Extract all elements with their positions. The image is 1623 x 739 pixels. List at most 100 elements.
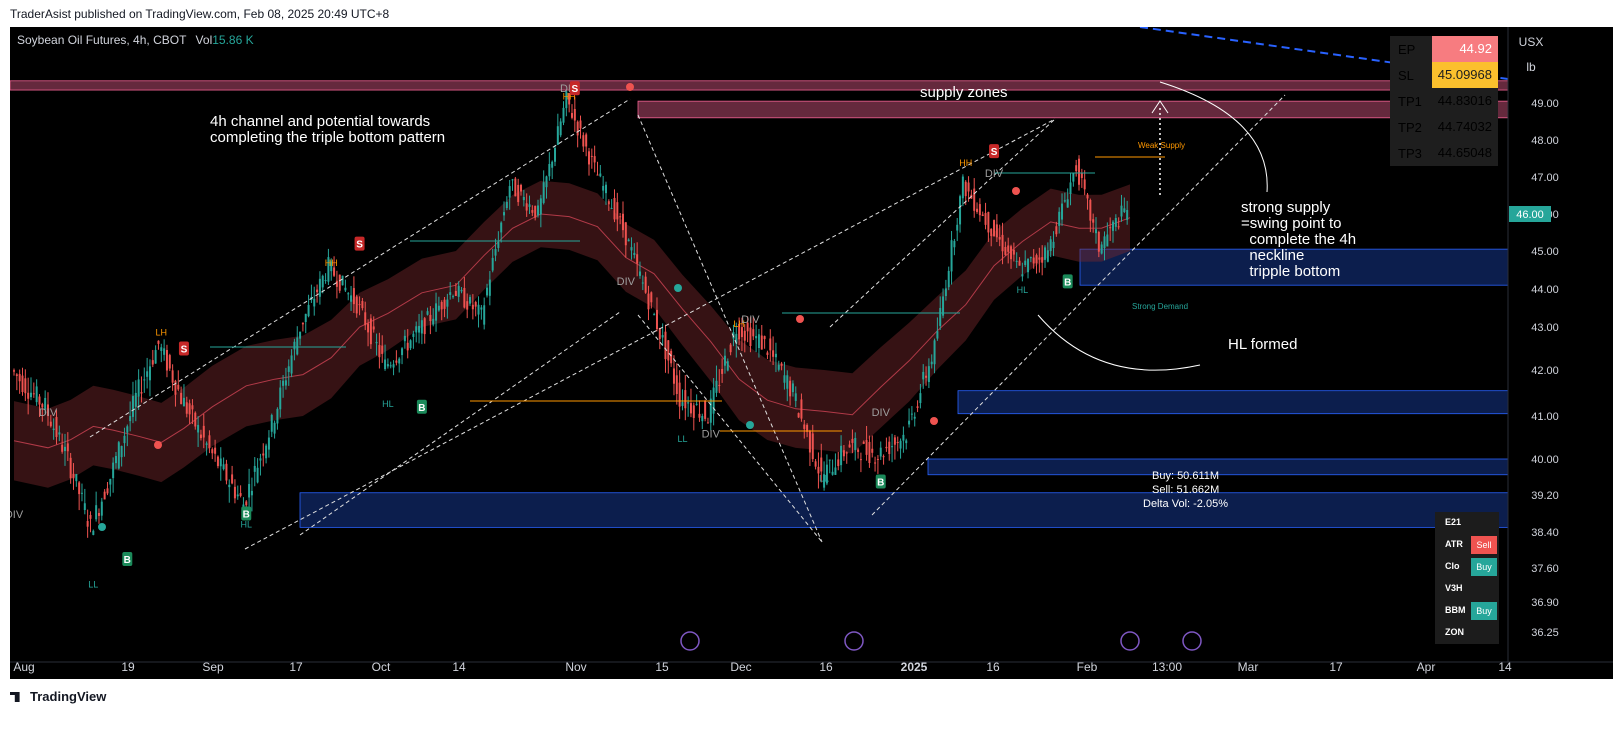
candle-body — [1032, 257, 1035, 264]
candle-body — [848, 444, 851, 448]
candle-body — [72, 473, 75, 479]
candle-body — [636, 254, 639, 264]
candle-body — [250, 490, 253, 496]
candle-body — [435, 303, 438, 321]
candle-body — [148, 366, 151, 381]
candle-body — [1004, 246, 1007, 255]
candle-body — [831, 471, 834, 475]
candle-body — [420, 320, 423, 334]
candle-body — [769, 338, 772, 351]
candle-body — [689, 403, 692, 414]
candle-body — [837, 459, 840, 467]
annotation-strong-supply: strong supply =swing point to complete t… — [1241, 199, 1357, 280]
candle-body — [1001, 234, 1004, 252]
annotation-strong-demand: Strong Demand — [1132, 302, 1189, 311]
time-tick-label: Sep — [202, 660, 224, 674]
candle-body — [743, 330, 746, 341]
candle-body — [562, 107, 565, 123]
candle-body — [103, 491, 106, 500]
candle-body — [432, 318, 435, 325]
price-tick-label: 47.00 — [1531, 172, 1559, 184]
trade-value: 45.09968 — [1432, 62, 1498, 88]
candle-body — [474, 301, 477, 307]
candle-body — [1063, 200, 1066, 202]
candle-body — [1086, 194, 1089, 199]
candle-body — [92, 530, 95, 535]
candle-body — [52, 428, 55, 431]
candle-body — [18, 374, 21, 382]
candle-body — [993, 220, 996, 237]
candle-body — [947, 270, 950, 288]
candle-body — [874, 462, 877, 464]
time-tick-label: 19 — [121, 660, 135, 674]
candle-body — [307, 304, 310, 317]
candle-body — [24, 378, 27, 394]
candle-body — [919, 393, 922, 404]
candle-body — [355, 296, 358, 314]
currency-label[interactable]: USX — [1510, 35, 1552, 49]
candle-body — [854, 437, 857, 450]
candle-body — [973, 188, 976, 211]
candle-body — [763, 336, 766, 340]
indicator-key: Clo — [1445, 561, 1460, 571]
price-tick-label: 40.00 — [1531, 454, 1559, 466]
candle-body — [1072, 173, 1075, 182]
candle-body — [89, 514, 92, 519]
candle-body — [1007, 245, 1010, 252]
candle-body — [114, 456, 117, 464]
candle-body — [814, 461, 817, 467]
candle-body — [1018, 260, 1021, 266]
candle-body — [967, 182, 970, 192]
structure-marker: LL — [819, 474, 829, 484]
candle-body — [613, 197, 616, 220]
delta-volume: Delta Vol: -2.05% — [1143, 498, 1228, 510]
trade-key: TP3 — [1398, 146, 1422, 161]
candle-body — [403, 335, 406, 342]
candle-body — [757, 334, 760, 348]
trade-value: 44.92 — [1432, 36, 1498, 62]
candle-body — [231, 474, 234, 484]
candle-body — [131, 396, 134, 417]
trade-key: SL — [1398, 68, 1414, 83]
candle-body — [556, 126, 559, 145]
candle-body — [1035, 255, 1038, 264]
structure-marker: LH — [156, 328, 168, 338]
candle-body — [429, 314, 432, 322]
candle-body — [21, 375, 24, 393]
candle-body — [845, 452, 848, 454]
candle-body — [624, 222, 627, 246]
candle-body — [576, 121, 579, 136]
time-tick-label: 16 — [819, 660, 833, 674]
candle-body — [49, 421, 52, 427]
symbol-legend[interactable]: Soybean Oil Futures, 4h, CBOT Vol15.86 K — [17, 33, 254, 47]
candle-body — [554, 147, 557, 162]
time-tick-label: 13:00 — [1152, 660, 1182, 674]
candle-body — [721, 368, 724, 374]
candle-body — [1049, 239, 1052, 252]
unit-label[interactable]: lb — [1510, 60, 1552, 74]
candle-body — [939, 307, 942, 326]
candle-body — [709, 398, 712, 423]
candle-body — [452, 296, 455, 298]
candle-body — [469, 296, 472, 304]
candle-body — [1097, 231, 1100, 252]
candle-body — [100, 501, 103, 516]
candle-body — [927, 366, 930, 383]
candle-body — [842, 450, 845, 457]
candle-body — [301, 322, 304, 325]
candle-body — [160, 347, 163, 351]
structure-marker: DIV — [702, 429, 721, 441]
chart-area[interactable]: DIVDIVLHHHDIVHHDIVLHDIVDIVDIVHHDIVLLHLHL… — [10, 27, 1613, 679]
candle-body — [857, 449, 860, 452]
candle-body — [299, 331, 302, 339]
candle-body — [633, 252, 636, 255]
trade-row-tp2: TP2 44.74032 — [1390, 114, 1498, 140]
candle-body — [341, 275, 344, 286]
candle-body — [755, 336, 758, 339]
candle-body — [137, 379, 140, 397]
candle-body — [265, 445, 268, 459]
candle-body — [282, 380, 285, 386]
candle-body — [675, 375, 678, 394]
candle-body — [644, 276, 647, 293]
footer-brand[interactable]: TradingView — [10, 689, 106, 704]
